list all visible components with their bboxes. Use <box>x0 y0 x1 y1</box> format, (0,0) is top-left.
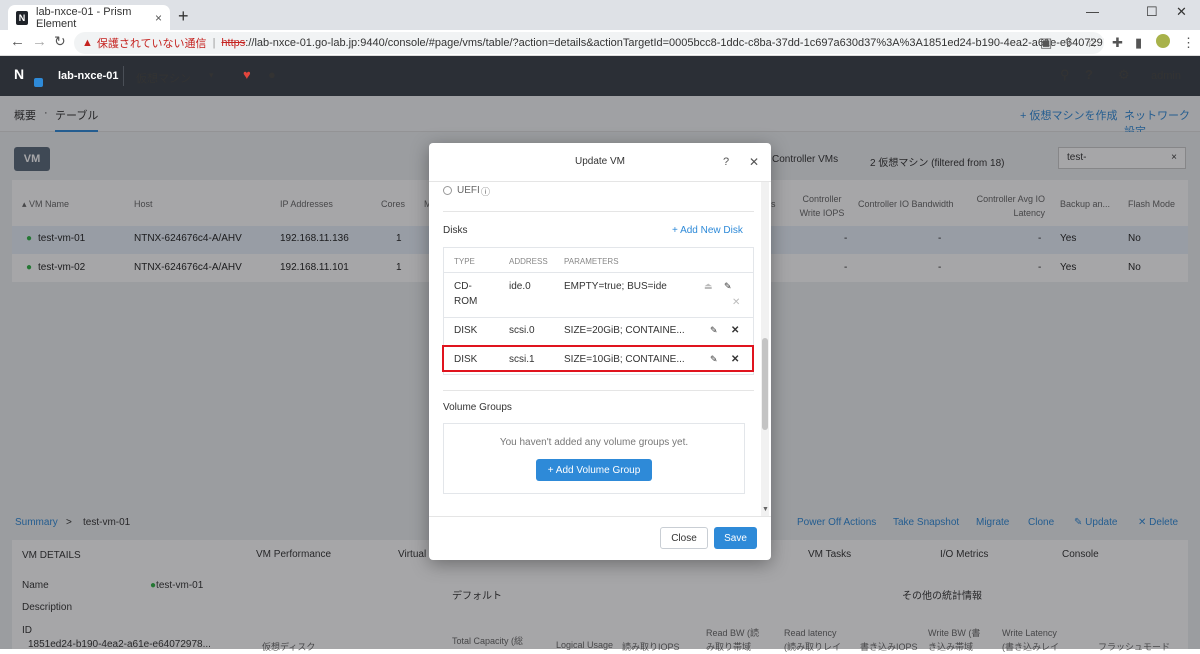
reload-icon[interactable]: ↻ <box>54 33 66 50</box>
add-volume-group-button[interactable]: + Add Volume Group <box>536 459 652 481</box>
edit-pencil-icon[interactable]: ✎ <box>710 325 718 336</box>
add-new-disk-link[interactable]: + Add New Disk <box>672 225 743 236</box>
new-tab-button[interactable]: + <box>178 6 189 27</box>
disk1-type: CD- <box>454 281 472 292</box>
edit-pencil-icon[interactable]: ✎ <box>724 281 732 292</box>
disk-row <box>444 272 753 317</box>
highlight-box <box>442 345 754 372</box>
profile-avatar[interactable] <box>1156 34 1170 48</box>
dialog-footer-divider <box>429 516 771 517</box>
help-icon[interactable]: ? <box>723 156 729 168</box>
forward-icon[interactable]: → <box>32 33 47 50</box>
uefi-radio[interactable] <box>443 186 452 195</box>
section-divider <box>443 390 754 391</box>
menu-chevron-down-icon[interactable]: ▾ <box>209 70 214 81</box>
url-text: ://lab-nxce-01.go-lab.jp:9440/console/#p… <box>245 37 1104 49</box>
settings-gear-icon[interactable]: ⚙ <box>1118 67 1130 83</box>
col-address: ADDRESS <box>509 257 548 266</box>
user-menu[interactable]: admin <box>1151 70 1181 82</box>
dialog-header-divider <box>429 181 771 182</box>
delete-x-icon[interactable]: ✕ <box>732 297 740 308</box>
volume-empty-text: You haven't added any volume groups yet. <box>499 437 689 448</box>
close-button[interactable]: Close <box>660 527 708 549</box>
share-icon[interactable]: ⇪ <box>1063 35 1074 51</box>
chrome-menu-icon[interactable]: ⋮ <box>1182 35 1195 51</box>
address-bar[interactable]: ▲ 保護されていない通信 | https ://lab-nxce-01.go-l… <box>74 32 1104 54</box>
cluster-name[interactable]: lab-nxce-01 <box>58 70 119 82</box>
main-menu[interactable]: 仮想マシン <box>136 70 191 86</box>
header-divider <box>123 66 124 86</box>
back-icon[interactable]: ← <box>10 33 25 50</box>
disk2-type: DISK <box>454 325 478 336</box>
sidepanel-icon[interactable]: ▮ <box>1135 35 1142 51</box>
section-divider <box>443 211 754 212</box>
tab-close-icon[interactable]: × <box>155 11 162 25</box>
dialog-title: Update VM <box>574 156 626 167</box>
translate-icon[interactable]: ▣ <box>1040 35 1052 51</box>
ce-badge-icon <box>34 78 43 87</box>
health-heart-icon[interactable]: ♥ <box>243 67 251 82</box>
help-icon[interactable]: ? <box>1085 67 1093 82</box>
minimize-button[interactable]: — <box>1086 4 1099 19</box>
url-scheme: https <box>221 37 246 49</box>
uefi-label: UEFI <box>457 185 480 196</box>
bookmark-star-icon[interactable]: ☆ <box>1086 35 1098 51</box>
browser-tab[interactable]: N lab-nxce-01 - Prism Element × <box>8 5 170 30</box>
extensions-icon[interactable]: ✚ <box>1112 35 1123 51</box>
disk1-type-2: ROM <box>454 296 478 307</box>
disk2-params: SIZE=20GiB; CONTAINE... <box>564 325 685 336</box>
warning-icon: ▲ <box>82 37 93 49</box>
volume-groups-title: Volume Groups <box>443 402 512 413</box>
maximize-button[interactable]: ☐ <box>1146 4 1158 20</box>
scrollbar-thumb[interactable] <box>762 338 768 430</box>
eject-icon[interactable]: ⏏ <box>704 281 713 292</box>
info-icon[interactable]: ⓘ <box>481 185 490 198</box>
disk1-address: ide.0 <box>509 281 531 292</box>
disk1-params: EMPTY=true; BUS=ide <box>564 281 667 292</box>
scroll-down-icon[interactable]: ▼ <box>762 506 769 513</box>
col-type: TYPE <box>454 257 475 266</box>
window-close-button[interactable]: ✕ <box>1176 4 1187 20</box>
dialog-close-icon[interactable]: ✕ <box>749 155 759 169</box>
tab-title: lab-nxce-01 - Prism Element <box>36 5 132 30</box>
alerts-circle-icon[interactable]: ● <box>268 67 276 82</box>
nutanix-favicon-icon: N <box>16 10 28 25</box>
search-icon[interactable]: ⚲ <box>1060 67 1070 83</box>
delete-x-icon[interactable]: ✕ <box>731 325 739 336</box>
security-warning[interactable]: 保護されていない通信 <box>97 35 207 51</box>
disk2-address: scsi.0 <box>509 325 535 336</box>
disks-title: Disks <box>443 225 468 236</box>
col-parameters: PARAMETERS <box>564 257 619 266</box>
save-button[interactable]: Save <box>714 527 757 549</box>
